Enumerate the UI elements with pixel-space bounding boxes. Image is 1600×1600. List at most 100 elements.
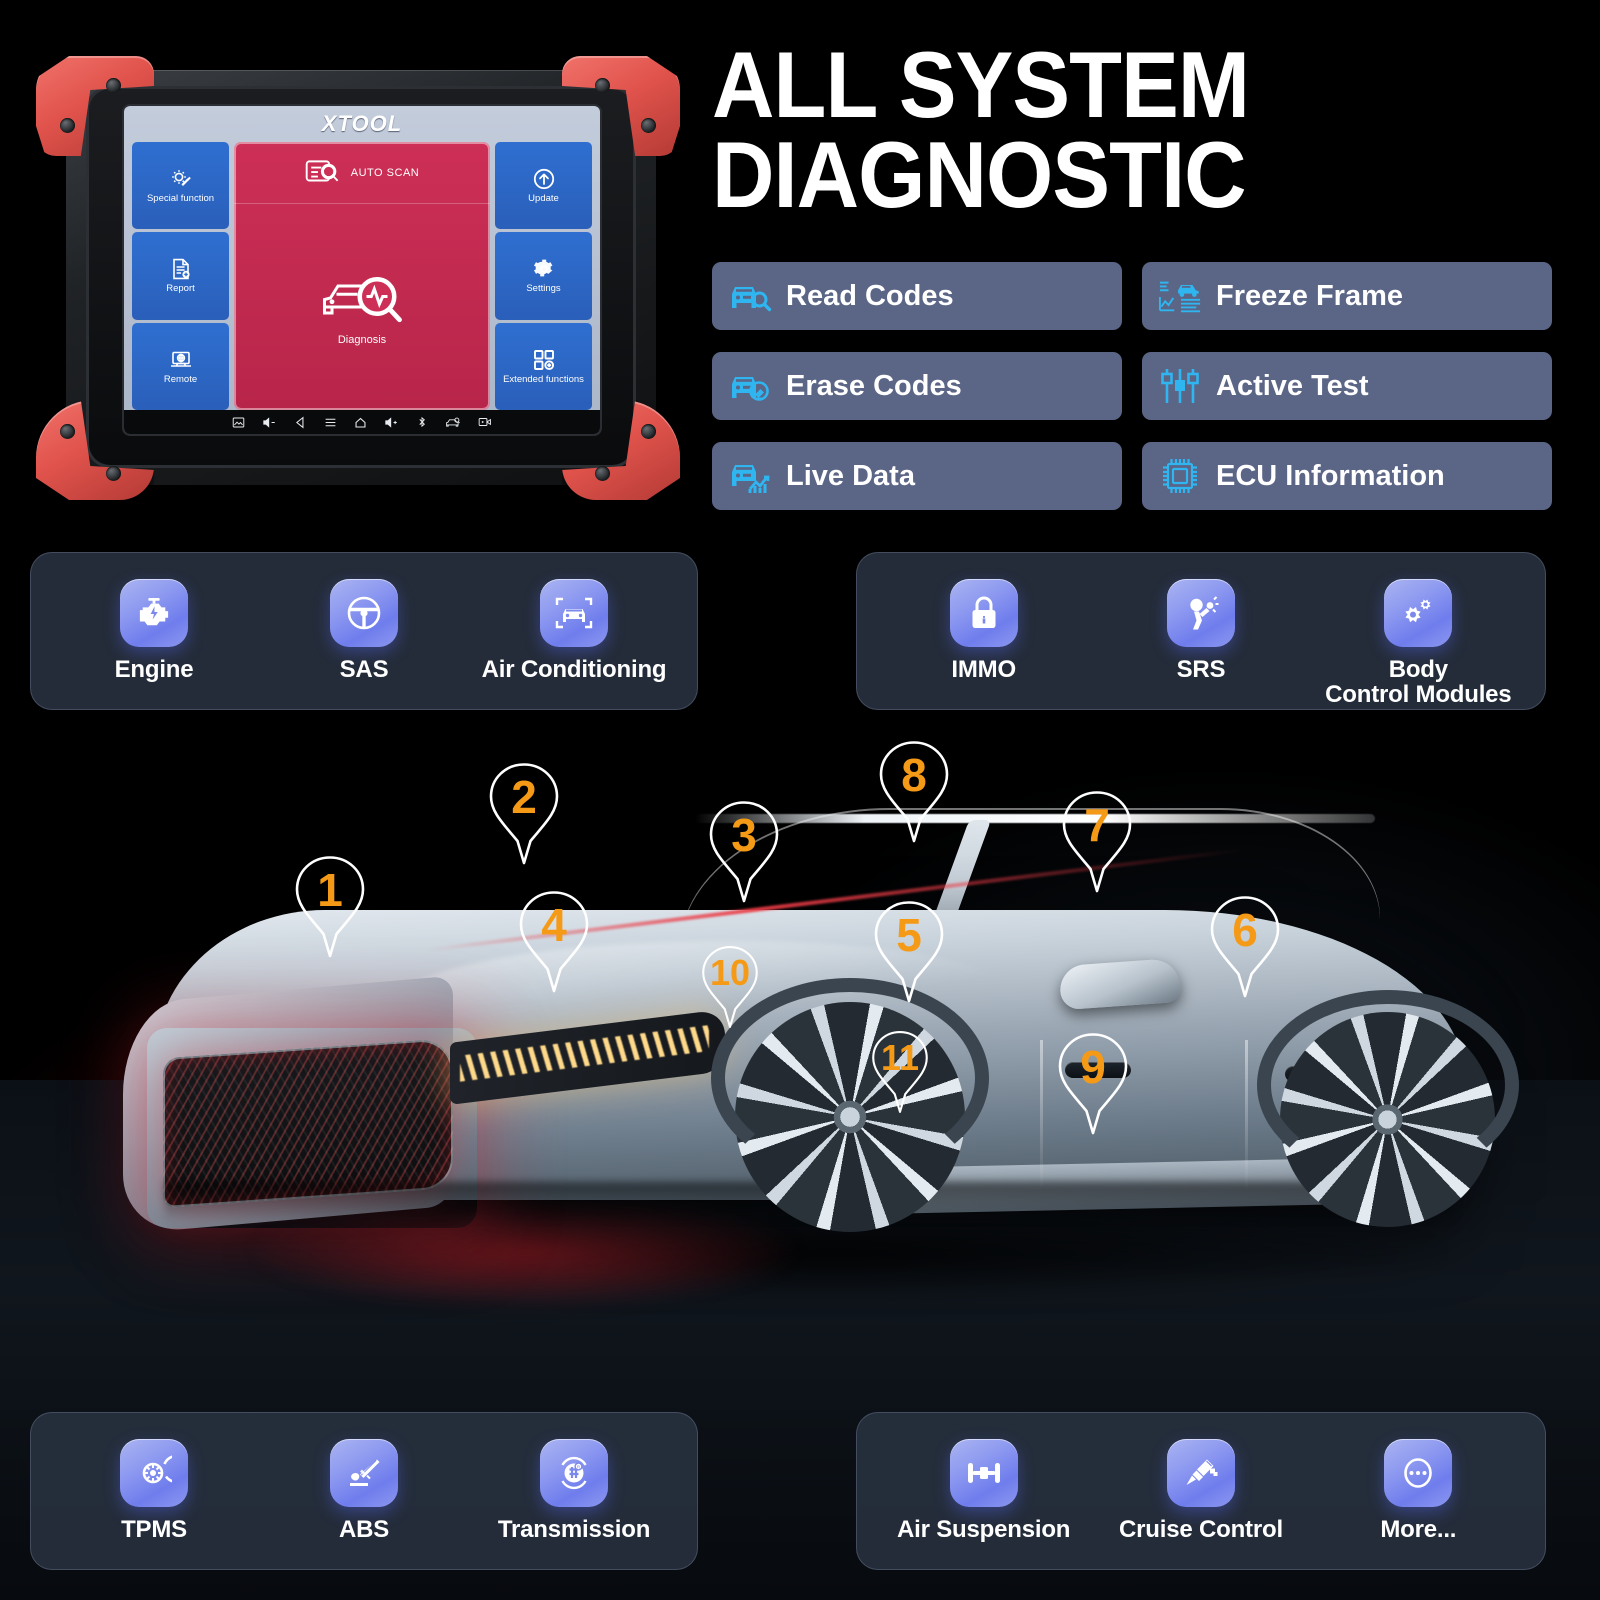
tile-label: Remote [163, 373, 198, 385]
tile-label: Report [166, 283, 195, 295]
tile-diagnosis[interactable]: Diagnosis [234, 204, 490, 410]
function-sas[interactable]: SAS [269, 579, 459, 682]
chip-freeze-frame[interactable]: Freeze Frame [1142, 262, 1552, 330]
car-pin-7[interactable]: 7 [1060, 790, 1134, 894]
tile-remote[interactable]: Remote [132, 322, 229, 410]
car-pin-number: 1 [317, 864, 343, 916]
function-tpms[interactable]: TPMS [59, 1439, 249, 1542]
car-pin-number: 3 [731, 809, 757, 861]
tile-label: Special function [146, 192, 215, 204]
function-air-suspension[interactable]: Air Suspension [889, 1439, 1079, 1542]
function-label: Transmission [497, 1516, 651, 1543]
car-pulse-magnifier-icon [320, 268, 404, 328]
function-label: TPMS [121, 1516, 187, 1543]
car-search-icon [728, 276, 772, 316]
tablet-nav-bar [124, 410, 600, 434]
function-more[interactable]: More... [1323, 1439, 1513, 1542]
car-screenshot-icon[interactable] [445, 416, 461, 429]
chip-live-data[interactable]: Live Data [712, 442, 1122, 510]
chip-active-test[interactable]: Active Test [1142, 352, 1552, 420]
function-air-conditioning[interactable]: Air Conditioning [479, 579, 669, 682]
function-immo[interactable]: IMMO [889, 579, 1079, 682]
function-srs[interactable]: SRS [1106, 579, 1296, 682]
auto-scan-label: AUTO SCAN [350, 166, 420, 179]
tablet-screen[interactable]: XTOOL Special function Report Remote AUT… [124, 106, 600, 434]
car-erase-icon [728, 366, 772, 406]
airbag-crash-icon [1166, 579, 1235, 647]
home-icon[interactable] [354, 416, 367, 429]
car-pin-3[interactable]: 3 [707, 800, 781, 904]
function-label: SRS [1176, 656, 1226, 683]
car-pin-5[interactable]: 5 [872, 900, 946, 1004]
function-label: ABS [338, 1516, 390, 1543]
function-label: Air Conditioning [481, 656, 667, 683]
tablet-center-panel[interactable]: AUTO SCAN Diagnosis [234, 142, 490, 410]
function-label: SAS [339, 656, 389, 683]
grid-plus-icon [532, 348, 556, 372]
car-window-trim [695, 814, 1375, 823]
car-pin-1[interactable]: 1 [293, 855, 367, 959]
xtool-wordmark: XTOOL [321, 111, 403, 136]
gear-icon [532, 257, 556, 281]
tablet-bumper-top-right [562, 56, 680, 156]
image-icon[interactable] [232, 416, 245, 429]
car-pin-number: 7 [1084, 799, 1110, 851]
car-pin-8[interactable]: 8 [877, 740, 951, 844]
function-abs[interactable]: ABS [269, 1439, 459, 1542]
upload-arrow-icon [532, 167, 556, 191]
car-door-line-front [1040, 1040, 1043, 1190]
tablet-bumper-top-left [36, 56, 154, 156]
car-pin-6[interactable]: 6 [1208, 895, 1282, 999]
gear-wrench-icon [169, 167, 193, 191]
cruise-lever-icon [1166, 1439, 1235, 1507]
chip-label: ECU Information [1216, 459, 1445, 492]
car-pin-number: 4 [541, 899, 567, 951]
page-title-line-2: DIAGNOSTIC [712, 122, 1247, 228]
volume-up-icon[interactable] [384, 416, 399, 429]
ellipsis-icon [1384, 1439, 1453, 1507]
tablet-right-column: Update Settings Extended functions [495, 142, 592, 410]
car-pin-9[interactable]: 9 [1056, 1032, 1130, 1136]
menu-icon[interactable] [324, 416, 337, 429]
tile-settings[interactable]: Settings [495, 232, 592, 320]
sliders-icon [1158, 366, 1202, 406]
function-label: Cruise Control [1119, 1516, 1283, 1543]
transmission-icon: R [540, 1439, 608, 1507]
tablet-bumper-bottom-left [36, 400, 154, 500]
brake-icon [330, 1439, 398, 1507]
tile-label: Update [528, 192, 559, 204]
car-pin-10[interactable]: 10 [700, 945, 760, 1031]
function-label: Air Suspension [897, 1516, 1071, 1543]
diagnosis-label: Diagnosis [337, 334, 387, 346]
engine-icon [120, 579, 188, 647]
car-pin-number: 8 [901, 749, 927, 801]
car-pin-2[interactable]: 2 [487, 762, 561, 866]
volume-down-icon[interactable] [262, 416, 277, 429]
car-pin-4[interactable]: 4 [517, 890, 591, 994]
chip-erase-codes[interactable]: Erase Codes [712, 352, 1122, 420]
function-transmission[interactable]: R Transmission [479, 1439, 669, 1542]
car-pin-11[interactable]: 11 [870, 1030, 930, 1116]
function-label: Engine [114, 656, 194, 683]
tablet-home-grid: Special function Report Remote AUTO SCAN… [124, 142, 600, 410]
page-title: ALL SYSTEM DIAGNOSTIC [712, 37, 1582, 228]
tile-report[interactable]: Report [132, 232, 229, 320]
back-icon[interactable] [294, 416, 307, 429]
chip-label: Active Test [1216, 369, 1369, 402]
function-engine[interactable]: Engine [59, 579, 249, 682]
chip-read-codes[interactable]: Read Codes [712, 262, 1122, 330]
tablet-left-column: Special function Report Remote [132, 142, 229, 410]
car-scan-icon [540, 579, 608, 647]
function-label: More... [1380, 1516, 1457, 1543]
bluetooth-icon[interactable] [416, 416, 428, 428]
chip-ecu-information[interactable]: ECU Information [1142, 442, 1552, 510]
car-pin-number: 9 [1080, 1041, 1106, 1093]
car-rear-wheel-arch [1257, 990, 1519, 1180]
steering-wheel-icon [330, 579, 398, 647]
tile-auto-scan[interactable]: AUTO SCAN [234, 142, 490, 204]
tile-extended-functions[interactable]: Extended functions [495, 322, 592, 410]
function-cruise-control[interactable]: Cruise Control [1106, 1439, 1296, 1542]
function-label: Body Control Modules [1325, 656, 1512, 709]
video-record-icon[interactable] [478, 416, 492, 428]
function-body-control-modules[interactable]: Body Control Modules [1323, 579, 1513, 707]
